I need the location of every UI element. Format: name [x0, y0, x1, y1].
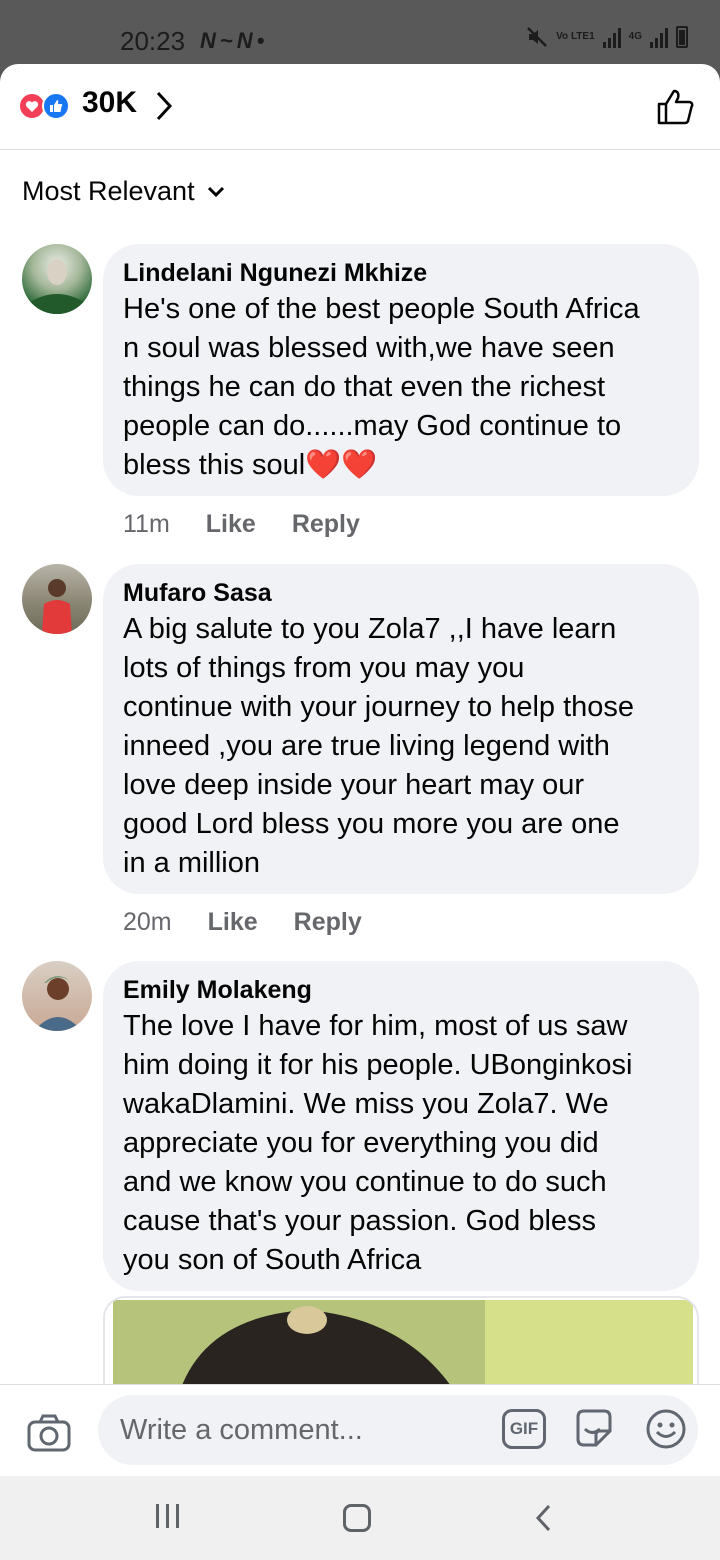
like-button[interactable]: Like [206, 510, 256, 539]
status-time: 20:23 [120, 26, 186, 56]
comment-time: 11m [123, 510, 170, 538]
system-navigation-bar [0, 1476, 720, 1560]
status-bar: 20:23 N~N• Vo LTE1 4G [0, 0, 720, 70]
chevron-down-icon [207, 186, 224, 197]
status-right-icons: Vo LTE1 4G [526, 26, 688, 48]
reply-button[interactable]: Reply [292, 510, 360, 539]
comment-author[interactable]: Lindelani Ngunezi Mkhize [123, 256, 679, 290]
signal-icon [650, 26, 668, 48]
like-button[interactable]: Like [208, 908, 258, 937]
camera-icon[interactable] [26, 1413, 72, 1453]
volte-label: Vo LTE1 [556, 31, 595, 42]
sticker-icon[interactable] [572, 1407, 616, 1451]
signal-icon [602, 26, 621, 48]
avatar[interactable] [22, 961, 92, 1031]
mute-icon [527, 27, 548, 47]
avatar[interactable] [22, 564, 92, 634]
comments-sheet: 30K Most Relevant Lindelani Ngunezi Mkhi… [0, 64, 720, 1476]
avatar[interactable] [22, 244, 92, 314]
comment-time: 20m [123, 908, 172, 936]
comment-text: A big salute to you Zola7 ,,I have learn… [123, 613, 635, 879]
emoji-icon[interactable] [644, 1407, 688, 1451]
comment-actions: 20m Like Reply [123, 908, 362, 937]
missed-call-icon: ~ [219, 28, 237, 53]
home-icon[interactable] [343, 1504, 371, 1532]
reaction-count: 30K [82, 86, 138, 119]
comment-bubble[interactable]: Lindelani Ngunezi Mkhize He's one of the… [103, 244, 699, 496]
comment-text: The love I have for him, most of us saw … [123, 1010, 633, 1276]
notification-icons: N~N• [200, 28, 268, 54]
gif-button[interactable]: GIF [502, 1409, 546, 1449]
comment-author[interactable]: Mufaro Sasa [123, 576, 679, 610]
recent-apps-icon[interactable] [156, 1504, 179, 1528]
reaction-icons [18, 92, 78, 122]
more-notifications-dot-icon: • [256, 28, 269, 53]
like-reaction-icon [42, 92, 70, 120]
comment-composer: GIF [0, 1384, 720, 1476]
back-icon[interactable] [534, 1502, 554, 1534]
comment-author[interactable]: Emily Molakeng [123, 973, 679, 1007]
sort-dropdown[interactable]: Most Relevant [22, 176, 225, 207]
comment-text: He's one of the best people South Africa… [123, 293, 640, 481]
reply-button[interactable]: Reply [294, 908, 362, 937]
network-type-label: 4G [628, 31, 642, 42]
chevron-right-icon[interactable] [154, 90, 174, 122]
reactions-header[interactable]: 30K [0, 64, 720, 150]
sort-label: Most Relevant [22, 176, 195, 206]
like-icon[interactable] [656, 88, 694, 126]
comment-bubble[interactable]: Emily Molakeng The love I have for him, … [103, 961, 699, 1291]
comment-bubble[interactable]: Mufaro Sasa A big salute to you Zola7 ,,… [103, 564, 699, 894]
netflix-notification-icon: N [236, 28, 257, 53]
netflix-notification-icon: N [200, 28, 220, 53]
comment-actions: 11m Like Reply [123, 510, 360, 539]
battery-icon [676, 26, 688, 48]
